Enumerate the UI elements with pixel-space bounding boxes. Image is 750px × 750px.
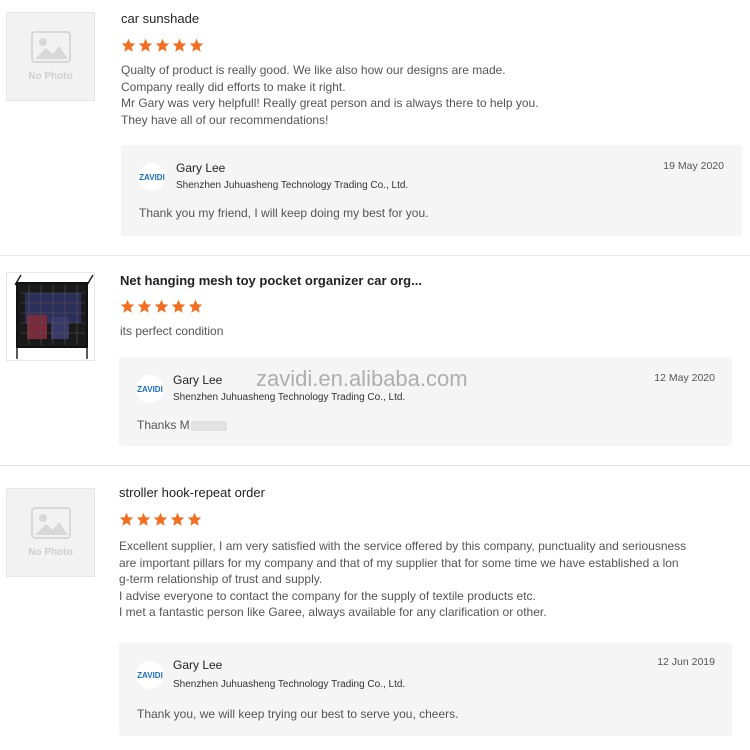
- supplier-reply: ZAVIDI Gary Lee Shenzhen Juhuasheng Tech…: [119, 643, 732, 736]
- star-icon: [138, 38, 153, 52]
- star-icon: [187, 512, 202, 526]
- reply-company: Shenzhen Juhuasheng Technology Trading C…: [173, 679, 406, 690]
- reply-message: Thank you my friend, I will keep doing m…: [139, 206, 429, 220]
- reply-message: Thanks M: [137, 418, 227, 432]
- review-text: its perfect condition: [120, 324, 224, 338]
- watermark: zavidi.en.alibaba.com: [256, 366, 468, 391]
- image-placeholder-icon: [30, 507, 71, 539]
- review-divider: [0, 465, 750, 466]
- star-icon: [119, 512, 134, 526]
- no-photo-thumbnail[interactable]: No Photo: [6, 12, 95, 101]
- supplier-logo: ZAVIDI: [136, 375, 164, 403]
- reply-company: Shenzhen Juhuasheng Technology Trading C…: [173, 392, 406, 403]
- reply-company: Shenzhen Juhuasheng Technology Trading C…: [176, 180, 409, 191]
- reply-author-name: Gary Lee: [173, 658, 223, 672]
- star-icon: [137, 299, 152, 313]
- supplier-logo: ZAVIDI: [138, 163, 166, 191]
- redacted-text: [190, 420, 227, 431]
- image-placeholder-icon: [30, 31, 71, 63]
- star-icon: [155, 38, 170, 52]
- no-photo-label: No Photo: [28, 547, 73, 558]
- review-text: Qualty of product is really good. We lik…: [121, 63, 539, 127]
- no-photo-thumbnail[interactable]: No Photo: [6, 488, 95, 577]
- reply-author-name: Gary Lee: [173, 373, 223, 387]
- reply-date: 12 Jun 2019: [657, 656, 715, 668]
- star-icon: [188, 299, 203, 313]
- supplier-reply: ZAVIDI Gary Lee Shenzhen Juhuasheng Tech…: [121, 145, 742, 236]
- reply-author-name: Gary Lee: [176, 161, 226, 175]
- star-rating: [121, 38, 204, 53]
- no-photo-label: No Photo: [28, 71, 73, 82]
- product-title[interactable]: Net hanging mesh toy pocket organizer ca…: [120, 273, 422, 288]
- review-text: Excellent supplier, I am very satisfied …: [119, 539, 687, 619]
- star-icon: [189, 38, 204, 52]
- star-icon: [171, 299, 186, 313]
- supplier-logo: ZAVIDI: [136, 661, 164, 689]
- product-thumbnail[interactable]: [6, 272, 95, 361]
- star-rating: [120, 299, 203, 314]
- product-title[interactable]: car sunshade: [121, 11, 199, 26]
- reply-message-text: Thanks M: [137, 418, 190, 432]
- star-icon: [121, 38, 136, 52]
- reply-date: 12 May 2020: [654, 372, 715, 384]
- reply-date: 19 May 2020: [663, 160, 724, 172]
- star-icon: [153, 512, 168, 526]
- star-icon: [154, 299, 169, 313]
- star-icon: [136, 512, 151, 526]
- product-title[interactable]: stroller hook-repeat order: [119, 485, 265, 500]
- reply-message: Thank you, we will keep trying our best …: [137, 707, 459, 721]
- star-icon: [170, 512, 185, 526]
- star-icon: [120, 299, 135, 313]
- review-divider: [0, 255, 750, 256]
- star-icon: [172, 38, 187, 52]
- mesh-organizer-image: [7, 273, 94, 360]
- star-rating: [119, 512, 202, 527]
